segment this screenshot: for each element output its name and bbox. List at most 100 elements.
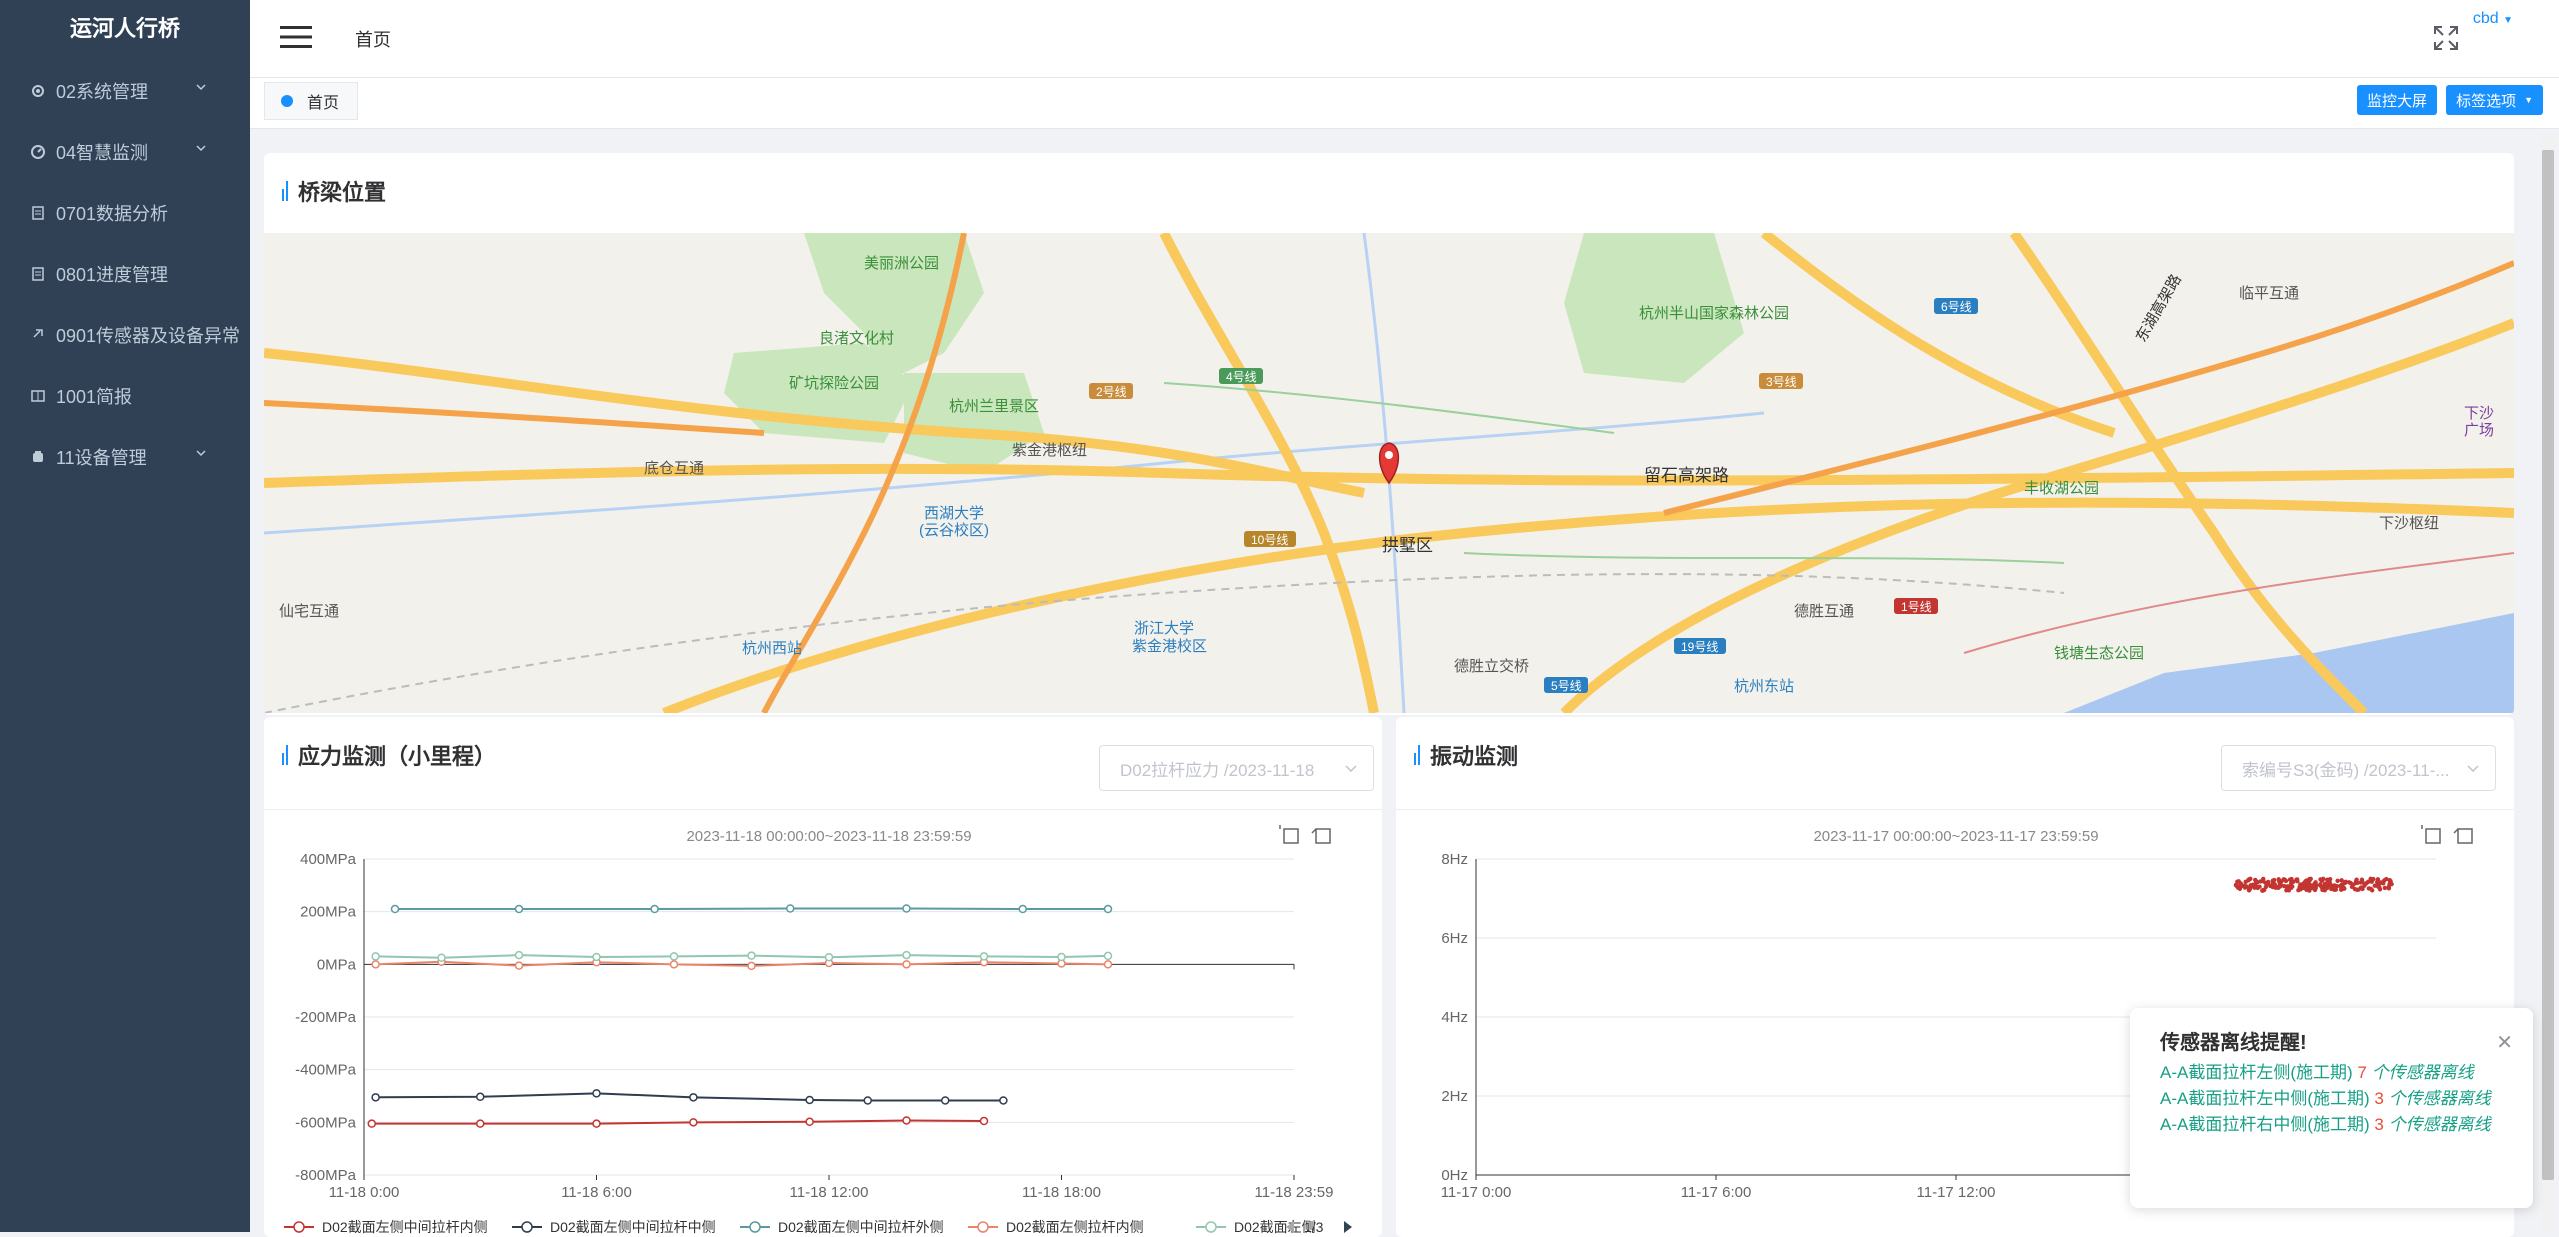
data-point xyxy=(669,960,679,969)
breadcrumb[interactable]: 首页 xyxy=(355,26,391,52)
reset-zoom-icon[interactable] xyxy=(2453,828,2473,844)
sidebar-item-label: 1001简报 xyxy=(56,386,133,407)
scrollbar[interactable] xyxy=(2541,135,2555,1232)
section-name: A-A截面拉杆左中侧(施工期) xyxy=(2160,1089,2370,1108)
data-point xyxy=(2369,888,2375,893)
map-label: 良渚文化村 xyxy=(819,330,894,347)
chevron-down-icon xyxy=(196,450,206,457)
active-dot-icon xyxy=(281,95,293,107)
sidebar-item[interactable]: 02系统管理 xyxy=(0,60,250,121)
title-bar-icon xyxy=(1414,745,1420,765)
zoom-icon[interactable] xyxy=(2421,825,2441,844)
title-bar-icon xyxy=(282,181,288,201)
data-point xyxy=(2349,884,2355,890)
legend-marker[interactable] xyxy=(749,1221,761,1233)
data-point xyxy=(2325,881,2330,886)
map-label: 下沙 xyxy=(2464,405,2494,422)
legend-marker[interactable] xyxy=(521,1221,533,1233)
data-point xyxy=(2302,880,2307,885)
reset-zoom-icon[interactable] xyxy=(1311,828,1331,844)
navbar: 首页 cbd ▼ xyxy=(250,0,2559,78)
monitor-screen-button[interactable]: 监控大屏 xyxy=(2356,85,2437,115)
data-point xyxy=(592,952,601,962)
vibration-sensor-select[interactable]: 索编号S3(金码) /2023-11-... xyxy=(2221,745,2496,791)
sidebar-item-label: 0701数据分析 xyxy=(56,203,169,224)
data-point xyxy=(2354,877,2359,882)
notification-item: A-A截面拉杆左侧(施工期) 7 个传感器离线 xyxy=(2160,1060,2515,1086)
chevron-down-icon xyxy=(196,145,206,152)
sidebar-item[interactable]: 11设备管理 xyxy=(0,426,250,487)
data-point xyxy=(2308,885,2313,890)
legend-marker[interactable] xyxy=(1205,1221,1217,1233)
data-point xyxy=(2297,885,2302,890)
metro-label: 10号线 xyxy=(1251,533,1288,547)
metro-label: 3号线 xyxy=(1766,375,1797,389)
y-tick-label: 4Hz xyxy=(1441,1009,1468,1026)
sidebar-item[interactable]: 0701数据分析 xyxy=(0,182,250,243)
data-point xyxy=(902,1116,911,1125)
y-tick-label: -200MPa xyxy=(295,1009,357,1026)
section-name: A-A截面拉杆左侧(施工期) xyxy=(2160,1063,2353,1082)
stress-chart[interactable]: 2023-11-18 00:00:00~2023-11-18 23:59:59 4… xyxy=(264,817,1382,1237)
tag-options-button[interactable]: 标签选项 ▼ xyxy=(2446,85,2543,115)
fullscreen-icon[interactable] xyxy=(2433,25,2459,51)
data-point xyxy=(2248,883,2253,888)
monitor-screen-label: 监控大屏 xyxy=(2366,92,2427,110)
user-menu[interactable]: cbd ▼ xyxy=(2473,10,2513,28)
data-point xyxy=(689,1093,698,1102)
map-label: 广场 xyxy=(2464,422,2494,439)
legend-marker[interactable] xyxy=(977,1221,989,1233)
x-tick-label: 11-17 0:00 xyxy=(1441,1184,1512,1201)
close-icon[interactable]: ✕ xyxy=(2496,1030,2513,1055)
legend-label[interactable]: D02截面左侧中间拉杆外侧 xyxy=(778,1219,944,1235)
stress-sensor-select[interactable]: D02拉杆应力 /2023-11-18 xyxy=(1099,745,1374,791)
data-point xyxy=(2289,880,2294,886)
data-point xyxy=(824,952,834,962)
chart-subtitle: 2023-11-18 00:00:00~2023-11-18 23:59:59 xyxy=(686,828,971,845)
dashboard-icon xyxy=(31,144,45,159)
data-point xyxy=(371,952,380,961)
scrollbar-thumb[interactable] xyxy=(2542,150,2554,1180)
notification-item: A-A截面拉杆右中侧(施工期) 3 个传感器离线 xyxy=(2160,1112,2515,1138)
data-point xyxy=(2378,880,2384,885)
map[interactable]: 美丽洲公园 良渚文化村 矿坑探险公园 杭州兰里景区 紫金港枢纽 底仓互通 西湖大… xyxy=(264,233,2514,713)
card-title: 应力监测（小里程） xyxy=(282,739,496,771)
legend-marker[interactable] xyxy=(293,1221,305,1233)
vibration-title: 振动监测 xyxy=(1430,744,1519,769)
chevron-down-icon xyxy=(196,84,206,91)
data-point xyxy=(514,950,524,960)
hamburger-icon[interactable] xyxy=(280,24,312,50)
legend-label[interactable]: D02截面左侧中间拉杆中侧 xyxy=(550,1219,716,1235)
tag-label: 首页 xyxy=(307,95,340,112)
data-point xyxy=(2261,878,2266,884)
legend-label[interactable]: D02截面左侧中间拉杆内侧 xyxy=(322,1219,488,1235)
sidebar-item-label: 02系统管理 xyxy=(56,81,149,102)
scatter-series xyxy=(2233,876,2394,893)
title-bar-icon xyxy=(282,745,288,765)
legend-label[interactable]: D02截面左侧拉杆内侧 xyxy=(1006,1219,1144,1235)
data-point xyxy=(2388,878,2393,884)
sidebar-item[interactable]: 0901传感器及设备异常 xyxy=(0,304,250,365)
y-tick-label: 6Hz xyxy=(1441,930,1468,947)
map-label: 丰收湖公园 xyxy=(2024,480,2099,497)
x-tick-label: 11-18 6:00 xyxy=(561,1184,632,1201)
legend-next-icon[interactable] xyxy=(1344,1221,1352,1233)
data-point xyxy=(2282,883,2287,889)
data-point xyxy=(805,1117,814,1127)
sidebar-item[interactable]: 1001简报 xyxy=(0,365,250,426)
offline-count: 7 xyxy=(2357,1063,2367,1082)
map-label: 仙宅互通 xyxy=(279,603,339,620)
data-point xyxy=(2364,881,2369,886)
data-point xyxy=(2356,887,2361,892)
sidebar-item[interactable]: 04智慧监测 xyxy=(0,121,250,182)
tag-home[interactable]: 首页 xyxy=(264,82,359,120)
caret-down-icon: ▼ xyxy=(2503,15,2513,26)
sidebar-item[interactable]: 0801进度管理 xyxy=(0,243,250,304)
document-icon xyxy=(32,205,44,220)
data-point xyxy=(514,904,524,914)
divider xyxy=(264,809,1382,810)
chart-subtitle: 2023-11-17 00:00:00~2023-11-17 23:59:59 xyxy=(1813,828,2098,845)
data-point xyxy=(669,952,679,961)
data-point xyxy=(2342,880,2348,885)
zoom-icon[interactable] xyxy=(1279,825,1299,844)
